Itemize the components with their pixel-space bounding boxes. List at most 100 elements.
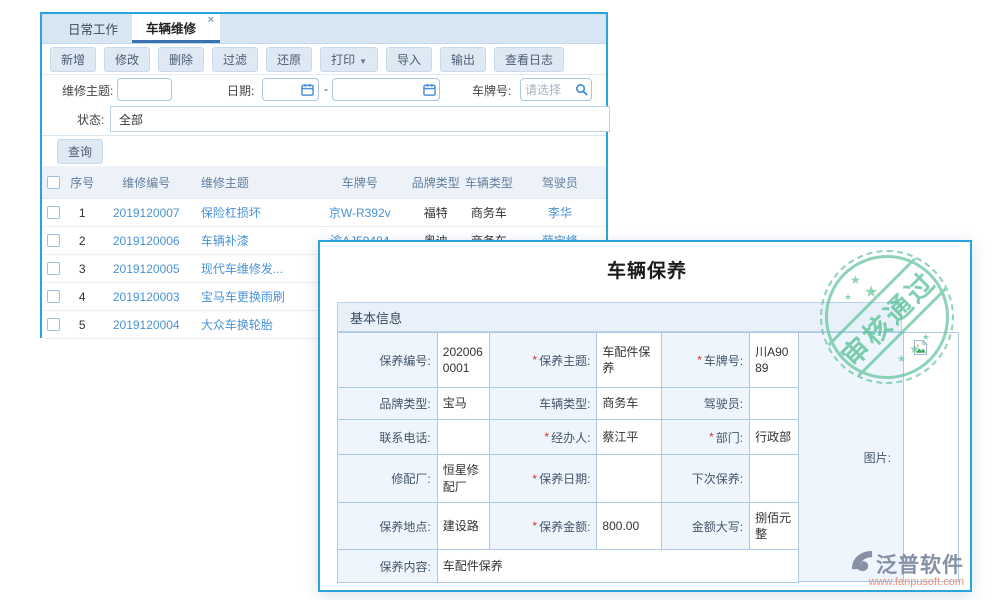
close-icon[interactable]: × <box>208 15 214 26</box>
status-row: 状态: 全部 <box>42 103 606 136</box>
field-value-maintenance-date[interactable] <box>597 455 662 503</box>
field-label-plate-number: *车牌号: <box>662 333 750 388</box>
field-value-maintenance-code[interactable]: 2020060001 <box>438 333 490 388</box>
row-checkbox[interactable] <box>47 262 60 275</box>
field-value-department[interactable]: 行政部 <box>750 420 799 455</box>
field-label-contact-phone: 联系电话: <box>338 420 438 455</box>
field-label-department: *部门: <box>662 420 750 455</box>
select-all-checkbox[interactable] <box>47 176 60 189</box>
field-label-brand-type: 品牌类型: <box>338 388 438 420</box>
field-value-next-maintenance[interactable] <box>750 455 799 503</box>
restore-button[interactable]: 还原 <box>266 47 312 72</box>
header-brand[interactable]: 品牌类型 <box>407 174 464 191</box>
field-value-maintenance-subject[interactable]: 车配件保养 <box>597 333 662 388</box>
header-repair-subject[interactable]: 维修主题 <box>193 174 312 191</box>
delete-button[interactable]: 删除 <box>158 47 204 72</box>
cell-plate[interactable]: 京W-R392v <box>312 204 407 221</box>
maintenance-detail-window: 车辆保养 基本信息 保养编号: 2020060001 *保养主题: 车配件保养 … <box>318 240 972 592</box>
field-value-contact-phone[interactable] <box>438 420 490 455</box>
row-checkbox[interactable] <box>47 318 60 331</box>
field-label-driver: 驾驶员: <box>662 388 750 420</box>
field-value-picture[interactable] <box>904 332 959 582</box>
field-value-driver[interactable] <box>750 388 799 420</box>
calendar-icon[interactable] <box>301 83 314 101</box>
cell-seq: 1 <box>65 206 100 220</box>
required-marker: * <box>532 472 537 486</box>
row-checkbox[interactable] <box>47 234 60 247</box>
date-range-separator: - <box>324 82 328 96</box>
filter-button[interactable]: 过滤 <box>212 47 258 72</box>
calendar-icon[interactable] <box>423 83 436 101</box>
field-value-maintenance-amount[interactable]: 800.00 <box>597 503 662 550</box>
cell-repair-subject[interactable]: 大众车换轮胎 <box>193 316 312 333</box>
add-button[interactable]: 新增 <box>50 47 96 72</box>
required-marker: * <box>532 353 537 367</box>
field-value-repair-shop[interactable]: 恒星修配厂 <box>438 455 490 503</box>
tab-daily-work-label: 日常工作 <box>68 19 118 38</box>
field-label-maintenance-amount: *保养金额: <box>490 503 598 550</box>
table-row[interactable]: 1 2019120007 保险杠损坏 京W-R392v 福特 商务车 李华 <box>42 199 606 227</box>
import-button[interactable]: 导入 <box>386 47 432 72</box>
fanpu-logo-icon <box>849 550 874 578</box>
cell-repair-code[interactable]: 2019120003 <box>100 290 193 304</box>
field-label-maintenance-date: *保养日期: <box>490 455 598 503</box>
toolbar: 新增 修改 删除 过滤 还原 打印▼ 导入 输出 查看日志 <box>42 44 606 75</box>
field-label-maintenance-content: 保养内容: <box>338 550 438 583</box>
cell-repair-code[interactable]: 2019120006 <box>100 234 193 248</box>
tab-vehicle-repair-label: 车辆维修 <box>146 18 196 37</box>
field-value-amount-in-words[interactable]: 捌佰元整 <box>750 503 799 550</box>
filter-row: 维修主题: 日期: - 车牌号: <box>42 75 606 103</box>
header-repair-code[interactable]: 维修编号 <box>100 174 193 191</box>
plate-number-label: 车牌号: <box>472 82 511 99</box>
header-driver[interactable]: 驾驶员 <box>514 174 606 191</box>
query-button[interactable]: 查询 <box>57 139 103 164</box>
tab-vehicle-repair[interactable]: 车辆维修 × <box>132 14 220 43</box>
header-vehicle-type[interactable]: 车辆类型 <box>464 174 514 191</box>
field-value-handler[interactable]: 蔡江平 <box>597 420 662 455</box>
search-icon[interactable] <box>575 83 588 101</box>
tab-bar: 日常工作 车辆维修 × <box>42 14 606 44</box>
field-label-maintenance-place: 保养地点: <box>338 503 438 550</box>
query-row: 查询 <box>42 136 606 166</box>
field-value-plate-number[interactable]: 川A9089 <box>750 333 799 388</box>
fanpu-logo: 泛普软件 www.fanpusoft.com <box>849 549 964 588</box>
status-label: 状态: <box>77 111 104 128</box>
row-checkbox[interactable] <box>47 290 60 303</box>
cell-seq: 3 <box>65 262 100 276</box>
cell-repair-subject[interactable]: 车辆补漆 <box>193 232 312 249</box>
date-label: 日期: <box>227 82 254 99</box>
cell-repair-subject[interactable]: 宝马车更换雨刷 <box>193 288 312 305</box>
print-button[interactable]: 打印▼ <box>320 47 378 72</box>
status-select[interactable]: 全部 <box>110 106 610 132</box>
field-label-next-maintenance: 下次保养: <box>662 455 750 503</box>
cell-seq: 2 <box>65 234 100 248</box>
star-icon: ★ <box>864 285 878 301</box>
field-label-handler: *经办人: <box>490 420 598 455</box>
star-icon: ★ <box>844 293 852 302</box>
screen: 日常工作 车辆维修 × 新增 修改 删除 过滤 还原 打印▼ 导入 输出 查看日… <box>0 0 1000 600</box>
tab-daily-work[interactable]: 日常工作 <box>54 14 132 43</box>
cell-repair-code[interactable]: 2019120007 <box>100 206 193 220</box>
section-basic-info: 基本信息 <box>337 302 902 332</box>
repair-subject-input[interactable] <box>117 78 172 101</box>
cell-driver[interactable]: 李华 <box>514 204 606 221</box>
field-value-maintenance-content[interactable]: 车配件保养 <box>438 550 799 583</box>
field-value-vehicle-type[interactable]: 商务车 <box>597 388 662 420</box>
header-seq[interactable]: 序号 <box>65 174 100 191</box>
maintenance-form: 保养编号: 2020060001 *保养主题: 车配件保养 *车牌号: 川A90… <box>337 332 799 583</box>
image-placeholder-icon[interactable] <box>912 343 929 360</box>
required-marker: * <box>532 519 537 533</box>
print-button-label: 打印 <box>331 53 355 67</box>
edit-button[interactable]: 修改 <box>104 47 150 72</box>
row-checkbox[interactable] <box>47 206 60 219</box>
view-log-button[interactable]: 查看日志 <box>494 47 564 72</box>
field-value-brand-type[interactable]: 宝马 <box>438 388 490 420</box>
cell-repair-code[interactable]: 2019120004 <box>100 318 193 332</box>
cell-repair-subject[interactable]: 现代车维修发... <box>193 260 312 277</box>
required-marker: * <box>697 353 702 367</box>
header-plate[interactable]: 车牌号 <box>312 174 407 191</box>
cell-repair-code[interactable]: 2019120005 <box>100 262 193 276</box>
export-button[interactable]: 输出 <box>440 47 486 72</box>
field-value-maintenance-place[interactable]: 建设路 <box>438 503 490 550</box>
cell-repair-subject[interactable]: 保险杠损坏 <box>193 204 312 221</box>
